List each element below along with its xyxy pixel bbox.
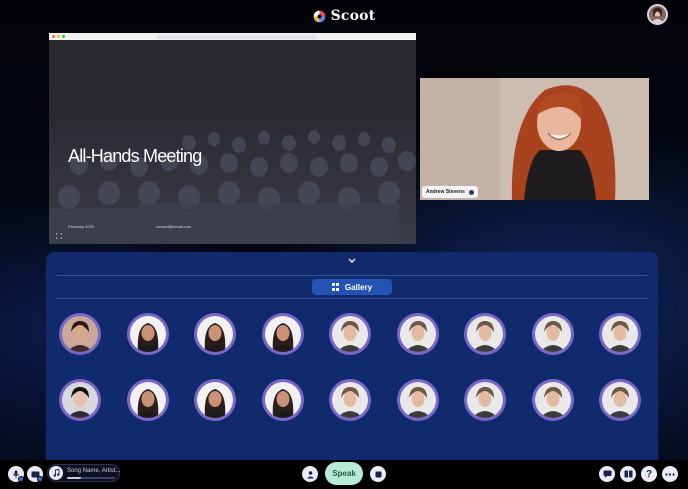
brand-name: Scoot (330, 8, 376, 24)
participant-tile[interactable] (194, 313, 236, 355)
panel-divider-top (57, 275, 647, 276)
speak-label: Speak (332, 469, 356, 478)
participant-tile[interactable] (329, 379, 371, 421)
help-icon: ? (645, 468, 653, 480)
slide-date: February 2023 (68, 224, 95, 229)
speaker-status-icon (468, 189, 474, 195)
participant-tile[interactable] (464, 313, 506, 355)
grid-icon (331, 283, 340, 291)
gallery-label: Gallery (344, 282, 373, 292)
minimize-icon (57, 35, 60, 38)
participant-tile[interactable] (464, 379, 506, 421)
participant-avatar (602, 316, 638, 352)
speaker-name-tag: Andrew Stevens (422, 186, 478, 198)
participant-tile[interactable] (261, 379, 304, 421)
participant-tile[interactable] (329, 313, 371, 355)
close-icon (52, 35, 55, 38)
participant-avatar (332, 382, 368, 418)
participant-tile[interactable] (126, 313, 169, 355)
participant-avatar (62, 382, 98, 418)
participant-avatar (197, 382, 233, 418)
slide-email: contact@email.com (156, 224, 192, 229)
participant-tile[interactable] (59, 379, 101, 421)
speak-button[interactable]: Speak (325, 462, 363, 485)
song-progress-fill (67, 477, 81, 479)
speaker-video: Andrew Stevens (420, 78, 649, 200)
stop-button[interactable] (370, 466, 386, 482)
more-button[interactable] (662, 466, 678, 482)
scoot-logo-icon (313, 10, 325, 22)
layout-icon (624, 470, 632, 478)
participant-avatar (264, 316, 301, 352)
participant-avatar (129, 316, 166, 352)
layout-button[interactable] (620, 466, 636, 482)
song-progress[interactable] (67, 477, 115, 479)
participant-tile[interactable] (599, 379, 641, 421)
help-button[interactable]: ? (641, 466, 657, 482)
participant-tile[interactable] (194, 379, 236, 421)
chat-button[interactable] (599, 466, 615, 482)
participant-avatar (534, 316, 571, 352)
speaker-portrait (420, 78, 649, 200)
brand-logo: Scoot (0, 7, 688, 25)
address-bar (157, 34, 317, 39)
shared-screen: All-Hands Meeting February 2023 contact@… (49, 33, 416, 244)
more-icon (665, 472, 675, 476)
speaker-name: Andrew Stevens (426, 189, 465, 195)
participant-avatar (399, 316, 436, 352)
user-avatar-icon[interactable] (647, 4, 668, 25)
maximize-icon (62, 35, 65, 38)
participant-tile[interactable] (531, 379, 574, 421)
participant-tile[interactable] (599, 313, 641, 355)
participant-avatar (602, 382, 638, 418)
invite-button[interactable] (302, 466, 318, 482)
music-player[interactable]: Song Name, Artist... (47, 464, 120, 482)
slide-title: All-Hands Meeting (68, 146, 202, 166)
microphone-settings-icon[interactable] (18, 476, 24, 482)
gallery-view-button[interactable]: Gallery (312, 279, 392, 295)
audience-photo (49, 113, 416, 244)
song-title: Song Name, Artist... (67, 468, 121, 474)
music-note-icon[interactable] (49, 466, 63, 480)
participants-panel: Gallery (46, 252, 658, 462)
participant-avatar (197, 316, 233, 352)
participant-tile[interactable] (126, 379, 169, 421)
participant-tile[interactable] (59, 313, 101, 355)
chat-icon (603, 470, 611, 478)
camera-settings-icon[interactable] (37, 476, 43, 482)
participant-avatar (264, 382, 301, 418)
participant-avatar (332, 316, 368, 352)
participant-tile[interactable] (261, 313, 304, 355)
browser-toolbar (49, 33, 416, 40)
participant-avatar (129, 382, 166, 418)
stop-icon (375, 471, 381, 477)
participant-tile[interactable] (396, 379, 439, 421)
participant-avatar (467, 316, 503, 352)
participant-avatar (62, 316, 98, 352)
add-user-icon (306, 470, 314, 478)
participant-tile[interactable] (396, 313, 439, 355)
participant-avatar (399, 382, 436, 418)
participant-avatar (467, 382, 503, 418)
panel-divider-bottom (57, 298, 647, 299)
participant-tile[interactable] (531, 313, 574, 355)
participant-avatar (534, 382, 571, 418)
expand-icon[interactable] (56, 233, 62, 239)
chevron-down-icon[interactable] (346, 257, 358, 265)
